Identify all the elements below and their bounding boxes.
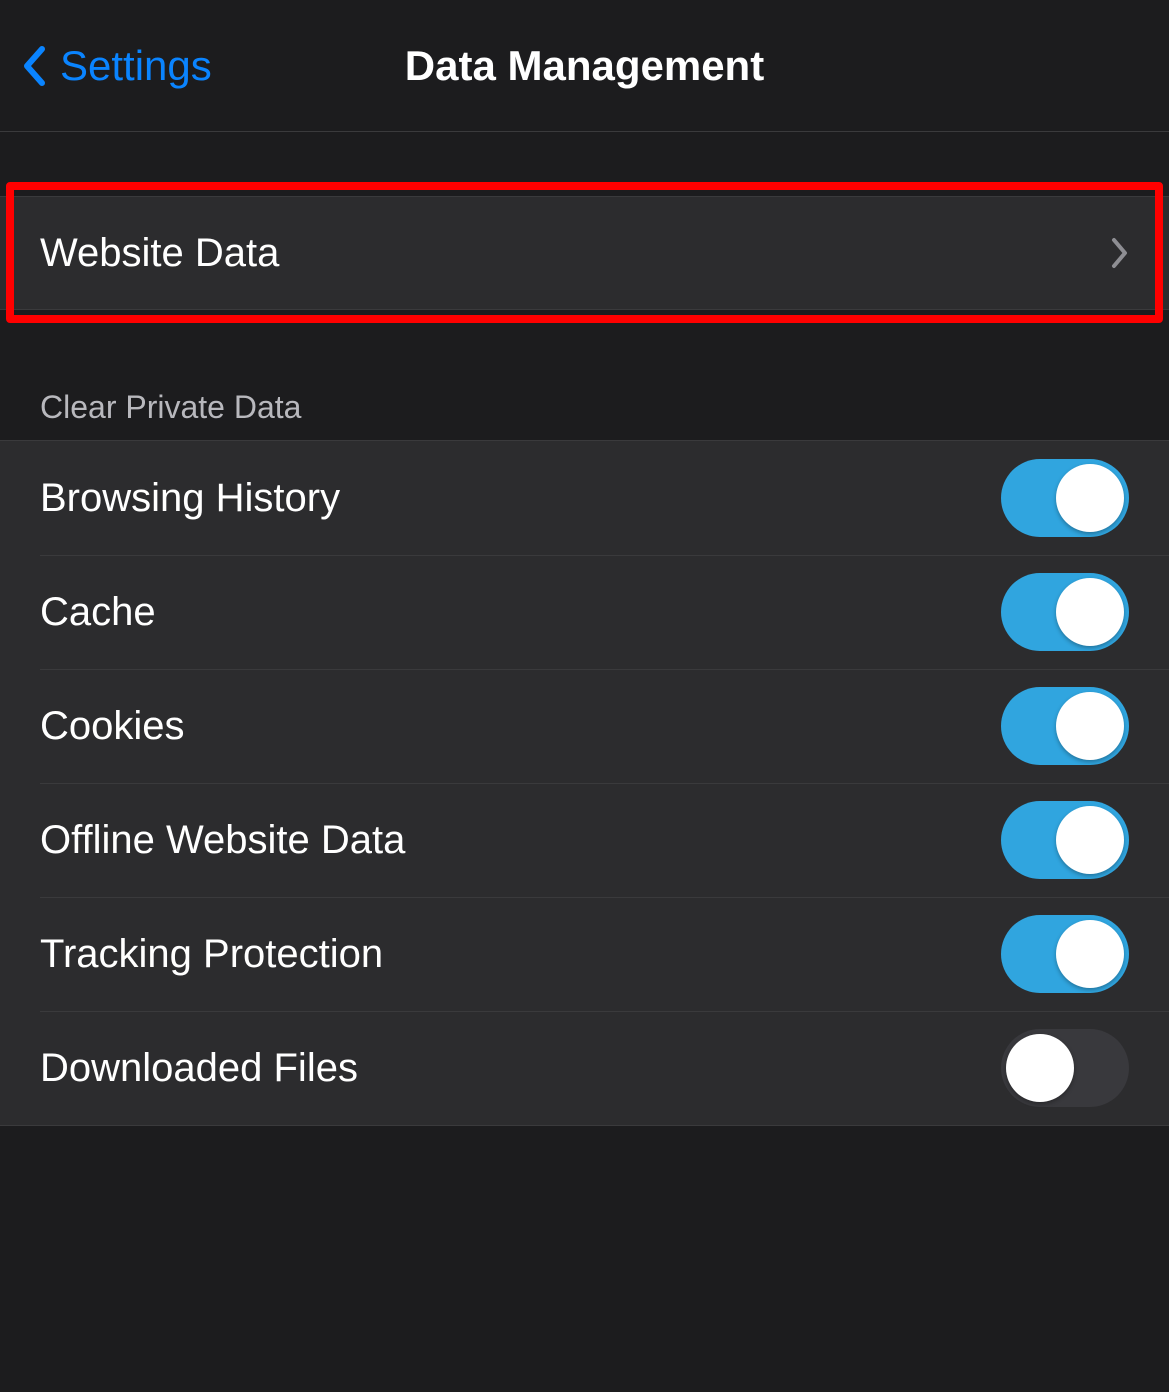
toggle-offline-website-data[interactable] — [1001, 801, 1129, 879]
back-button[interactable]: Settings — [20, 42, 212, 90]
toggle-tracking-protection[interactable] — [1001, 915, 1129, 993]
section-header: Clear Private Data — [0, 389, 341, 440]
toggle-knob — [1056, 692, 1124, 760]
toggle-row-cookies: Cookies — [0, 669, 1169, 783]
toggle-row-browsing-history: Browsing History — [0, 441, 1169, 555]
chevron-left-icon — [20, 42, 48, 90]
toggle-row-offline-website-data: Offline Website Data — [0, 783, 1169, 897]
chevron-right-icon — [1111, 237, 1129, 269]
toggle-row-cache: Cache — [0, 555, 1169, 669]
toggle-knob — [1056, 578, 1124, 646]
toggle-knob — [1056, 806, 1124, 874]
toggle-row-tracking-protection: Tracking Protection — [0, 897, 1169, 1011]
toggle-downloaded-files[interactable] — [1001, 1029, 1129, 1107]
navigation-bar: Settings Data Management — [0, 0, 1169, 132]
back-label: Settings — [60, 42, 212, 90]
toggle-browsing-history[interactable] — [1001, 459, 1129, 537]
row-label: Downloaded Files — [40, 1046, 1001, 1091]
toggle-knob — [1056, 920, 1124, 988]
row-label: Cookies — [40, 704, 1001, 749]
toggle-row-downloaded-files: Downloaded Files — [0, 1011, 1169, 1125]
toggle-knob — [1006, 1034, 1074, 1102]
clear-private-data-group: Browsing History Cache Cookies Offline W… — [0, 440, 1169, 1126]
row-label: Cache — [40, 590, 1001, 635]
row-label: Browsing History — [40, 476, 1001, 521]
section-spacer — [0, 132, 1169, 196]
toggle-cookies[interactable] — [1001, 687, 1129, 765]
row-label: Website Data — [40, 231, 1111, 276]
section-spacer — [0, 1126, 1169, 1146]
row-label: Offline Website Data — [40, 818, 1001, 863]
toggle-cache[interactable] — [1001, 573, 1129, 651]
toggle-knob — [1056, 464, 1124, 532]
section-spacer: Clear Private Data — [0, 310, 1169, 440]
row-label: Tracking Protection — [40, 932, 1001, 977]
website-data-row[interactable]: Website Data — [0, 196, 1169, 310]
